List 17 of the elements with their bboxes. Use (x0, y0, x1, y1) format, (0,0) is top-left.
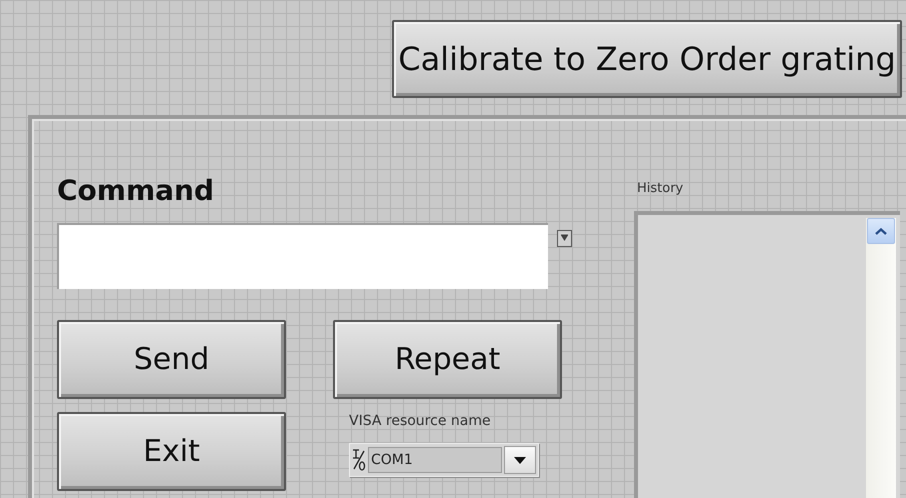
repeat-button[interactable]: Repeat (333, 320, 562, 399)
dropdown-icon[interactable] (557, 230, 572, 247)
command-label: Command (57, 173, 216, 209)
scroll-up-button[interactable] (867, 218, 895, 244)
history-label: History (636, 181, 684, 198)
send-button[interactable]: Send (57, 320, 286, 399)
exit-button[interactable]: Exit (57, 412, 286, 491)
visa-value: COM1 (368, 447, 502, 473)
chevron-up-icon (875, 228, 887, 234)
calibrate-button[interactable]: Calibrate to Zero Order grating (392, 20, 902, 98)
visa-combo[interactable]: COM1 (349, 443, 539, 477)
dropdown-button[interactable] (504, 446, 536, 474)
visa-label: VISA resource name (349, 413, 492, 431)
io-icon (352, 448, 366, 472)
scrollbar[interactable] (866, 218, 896, 498)
caret-icon (514, 456, 526, 464)
command-field[interactable] (57, 223, 548, 289)
